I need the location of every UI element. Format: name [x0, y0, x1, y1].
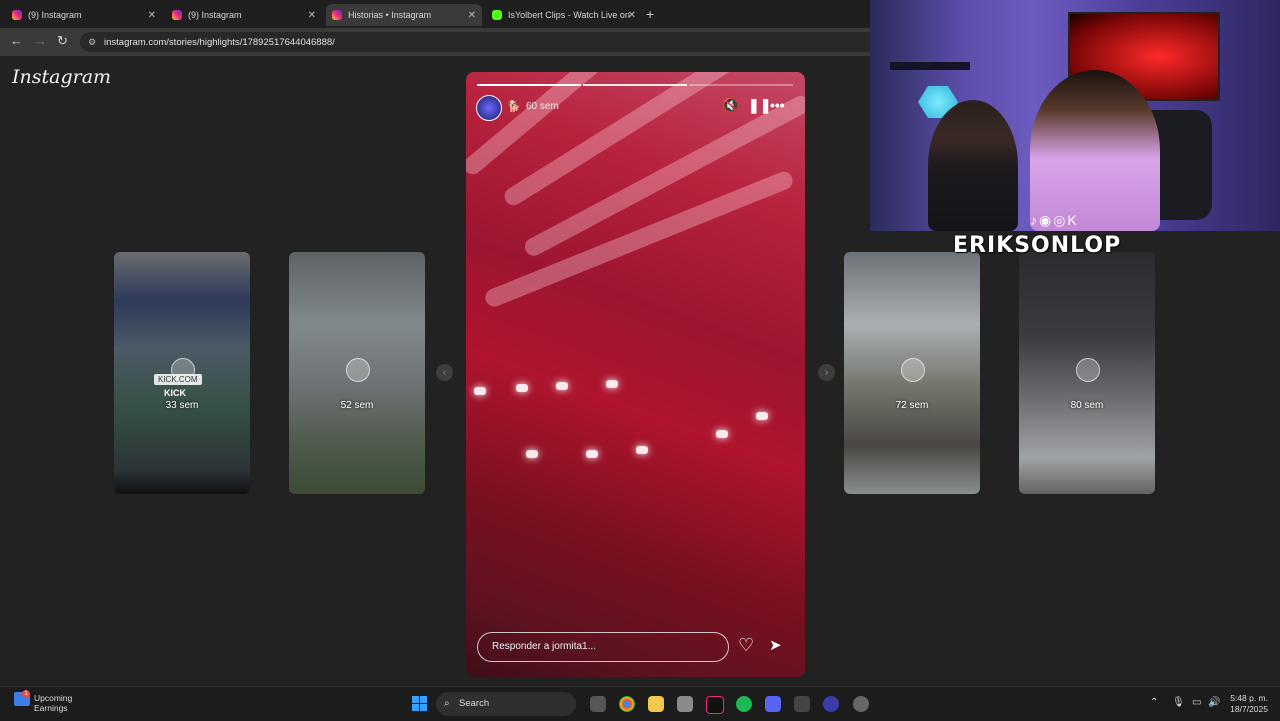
heart-icon[interactable]: ♡	[738, 635, 754, 656]
instagram-icon	[332, 10, 342, 20]
task-view-icon[interactable]	[590, 696, 606, 712]
discord-icon[interactable]	[765, 696, 781, 712]
clock-date: 18/7/2025	[1230, 704, 1268, 714]
clock-time: 5:48 p. m.	[1230, 693, 1268, 703]
story-age-label: 72 sem	[895, 400, 929, 411]
story-progress-segment	[477, 84, 581, 86]
tab-title: (9) Instagram	[28, 10, 82, 20]
close-icon[interactable]: ✕	[308, 10, 316, 21]
light-beam	[466, 72, 625, 178]
widget-subtitle: Earnings	[34, 703, 68, 713]
webcam-overlay	[870, 0, 1280, 231]
tab-instagram-1[interactable]: (9) Instagram ✕	[6, 4, 162, 26]
stage-light	[526, 450, 538, 458]
next-story-arrow-icon[interactable]: ›	[818, 364, 835, 381]
store-icon[interactable]	[677, 696, 693, 712]
system-clock[interactable]: 5:48 p. m. 18/7/2025	[1226, 693, 1268, 715]
notification-badge: 1	[22, 690, 30, 698]
stage-light	[556, 382, 568, 390]
send-icon[interactable]: ➤	[769, 636, 782, 654]
tab-kick[interactable]: IsYolbert Clips - Watch Live on ✕	[486, 4, 642, 26]
file-explorer-icon[interactable]	[648, 696, 664, 712]
forward-icon[interactable]: →	[34, 33, 47, 48]
tab-title: (9) Instagram	[188, 10, 242, 20]
pause-icon[interactable]: ❚❚	[748, 97, 771, 114]
streamer-name: ERIKSONLOP	[953, 233, 1122, 258]
tab-instagram-2[interactable]: (9) Instagram ✕	[166, 4, 322, 26]
close-icon[interactable]: ✕	[148, 10, 156, 21]
kick-link-sticker: KICK.COM	[154, 374, 202, 385]
back-icon[interactable]: ←	[10, 33, 23, 48]
taskbar-search[interactable]: ⌕ Search	[436, 692, 576, 716]
story-age-label: 80 sem	[1070, 400, 1104, 411]
stage-light	[756, 412, 768, 420]
close-icon[interactable]: ✕	[468, 10, 476, 21]
search-icon: ⌕	[444, 698, 450, 709]
reload-icon[interactable]: ↻	[57, 33, 68, 49]
story-thumbnail[interactable]: 52 sem	[289, 252, 425, 494]
stage-light	[716, 430, 728, 438]
stage-light	[606, 380, 618, 388]
more-options-icon[interactable]: •••	[770, 97, 785, 113]
kick-sticker-text: KICK	[164, 388, 186, 398]
spotify-icon[interactable]	[736, 696, 752, 712]
chevron-up-icon[interactable]: ⌃	[1150, 697, 1158, 708]
stage-light	[474, 387, 486, 395]
search-label: Search	[459, 698, 490, 709]
story-progress-segment	[583, 84, 687, 86]
tab-title: IsYolbert Clips - Watch Live on	[508, 10, 630, 20]
avatar[interactable]	[476, 95, 502, 121]
reply-input[interactable]: Responder a jormita1...	[477, 632, 729, 662]
instagram-logo[interactable]: Instagram	[12, 66, 111, 88]
widget-text[interactable]: Upcoming Earnings	[34, 693, 72, 713]
stage-light	[636, 446, 648, 454]
story-progress-segment	[689, 84, 793, 86]
microphone-icon[interactable]: 🎙	[1172, 697, 1185, 708]
avatar	[901, 358, 925, 382]
story-time-label: 60 sem	[526, 101, 559, 112]
app-icon[interactable]	[794, 696, 810, 712]
instagram-icon	[12, 10, 22, 20]
instagram-icon	[172, 10, 182, 20]
avatar	[346, 358, 370, 382]
dog-emoji-icon: 🐕	[507, 101, 521, 113]
stage-light	[586, 450, 598, 458]
story-thumbnail[interactable]: 72 sem	[844, 252, 980, 494]
widget-title: Upcoming	[34, 693, 73, 703]
url-text: instagram.com/stories/highlights/1789251…	[104, 36, 335, 48]
kick-icon	[492, 10, 502, 20]
mute-icon[interactable]: 🔇	[722, 97, 739, 114]
person-right	[1030, 70, 1160, 231]
site-info-icon[interactable]: ⚙	[88, 37, 96, 48]
tab-historias[interactable]: Historias • Instagram ✕	[326, 4, 482, 26]
prev-story-arrow-icon[interactable]: ‹	[436, 364, 453, 381]
start-button[interactable]	[412, 696, 427, 711]
social-icons: ♪◉◎K	[1030, 212, 1079, 228]
chrome-icon[interactable]	[619, 696, 635, 712]
shelf	[890, 62, 970, 70]
url-field[interactable]: ⚙ instagram.com/stories/highlights/17892…	[80, 32, 880, 52]
obs-icon[interactable]	[853, 696, 869, 712]
person-left	[928, 100, 1018, 231]
story-thumbnail[interactable]: 80 sem	[1019, 252, 1155, 494]
close-icon[interactable]: ✕	[628, 10, 636, 21]
tiktok-icon[interactable]	[706, 696, 724, 714]
story-viewer[interactable]: 🐕 60 sem 🔇 ❚❚ ••• Responder a jormita1..…	[466, 72, 805, 677]
story-thumbnail[interactable]: KICK.COM KICK 33 sem	[114, 252, 250, 494]
volume-icon[interactable]: 🔊	[1208, 697, 1220, 708]
new-tab-button[interactable]: +	[646, 6, 654, 22]
app-icon[interactable]	[823, 696, 839, 712]
story-age-label: 33 sem	[165, 400, 199, 411]
story-age-label: 52 sem	[340, 400, 374, 411]
tab-title: Historias • Instagram	[348, 10, 432, 20]
stage-light	[516, 384, 528, 392]
taskbar	[0, 686, 1280, 721]
avatar	[1076, 358, 1100, 382]
network-icon[interactable]: ▭	[1192, 697, 1201, 708]
